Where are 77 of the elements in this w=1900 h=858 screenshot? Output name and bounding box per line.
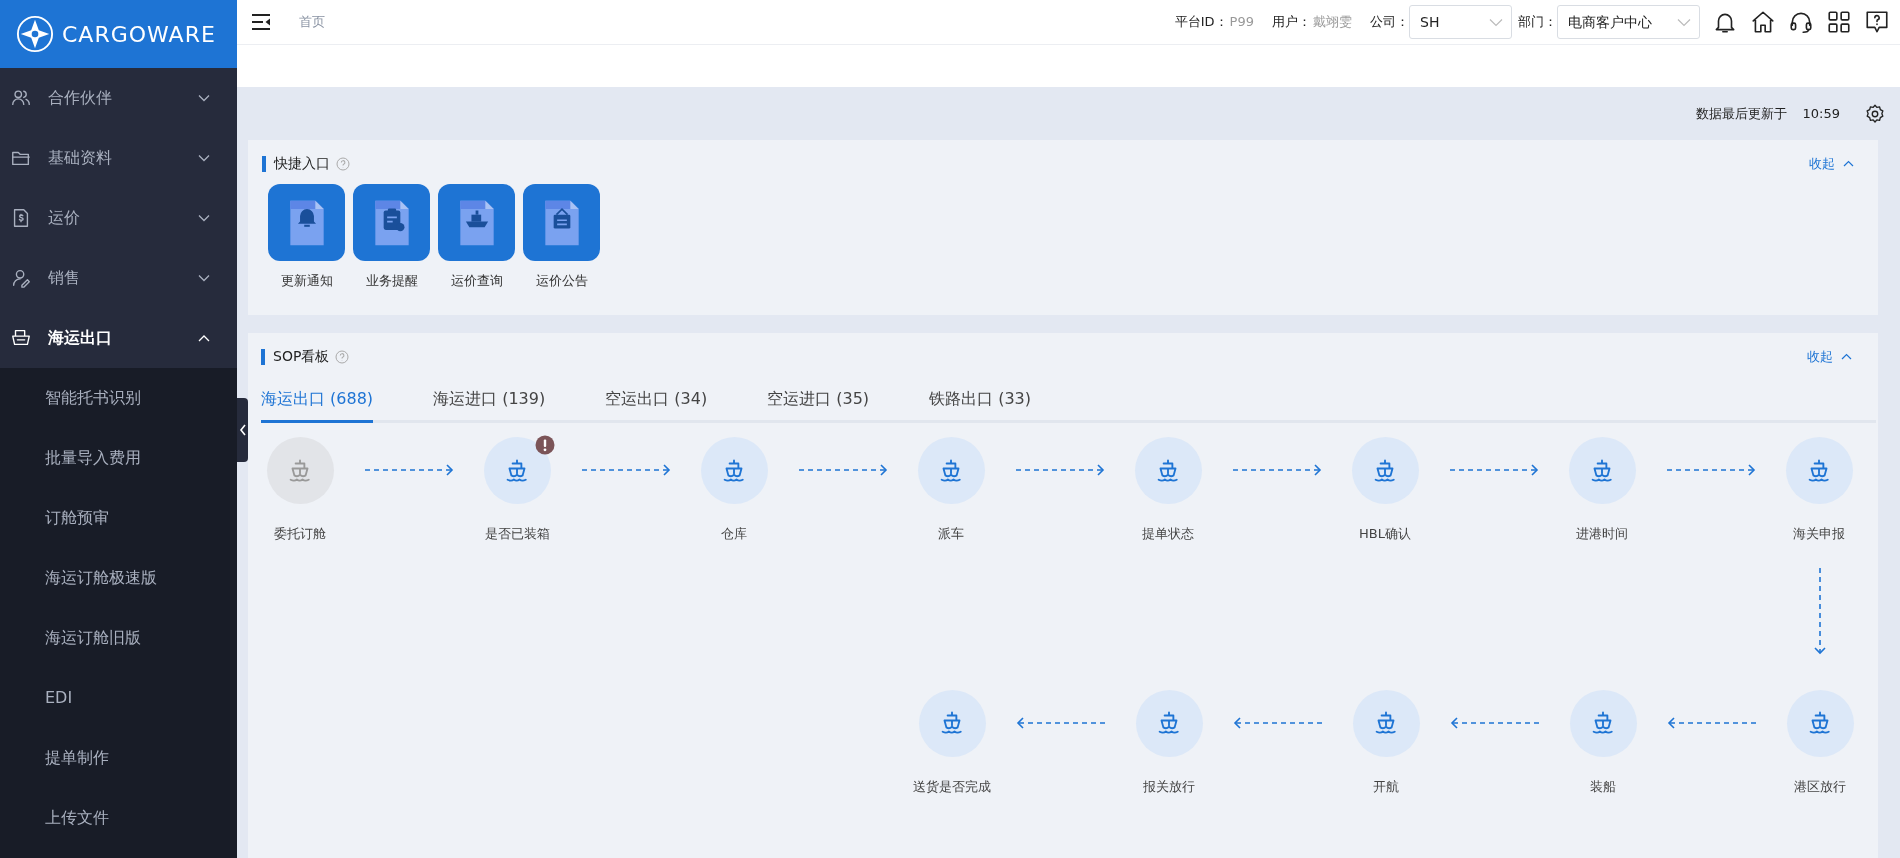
sidebar-collapse-handle[interactable] <box>237 398 248 462</box>
submenu-item[interactable]: 订舱预审 <box>0 488 237 548</box>
chevron-down-icon <box>197 213 211 223</box>
alert-icon <box>534 435 555 455</box>
sidebar-item[interactable]: 海运出口 <box>0 308 237 368</box>
step-label: 装船 <box>1590 777 1616 796</box>
chevron-up-icon <box>1843 160 1854 167</box>
chevron-down-icon <box>197 153 211 163</box>
step-label: HBL确认 <box>1359 525 1411 543</box>
help-icon[interactable] <box>1864 9 1890 35</box>
compass-logo-icon <box>16 15 54 53</box>
step-label: 海关申报 <box>1793 525 1845 543</box>
help-icon <box>335 349 350 364</box>
section-title: 快捷入口 <box>274 154 330 173</box>
submenu-item[interactable]: 上传文件 <box>0 788 237 848</box>
step-label: 仓库 <box>721 525 747 543</box>
update-label: 数据最后更新于 <box>1695 104 1787 123</box>
submenu-item[interactable]: 提单制作 <box>0 728 237 788</box>
tab[interactable]: 空运进口 (35) <box>767 381 870 423</box>
shortcut-label: 业务提醒 <box>365 272 418 290</box>
user-name: 戴翊雯 <box>1313 13 1352 32</box>
user-label: 用户： <box>1272 13 1311 32</box>
caret-icon <box>1677 17 1691 27</box>
collapse-link[interactable]: 收起 <box>1809 153 1854 174</box>
platform-label: 平台ID： <box>1174 13 1228 32</box>
department-select[interactable]: 电商客户中心 <box>1557 5 1700 39</box>
step-label: 派车 <box>938 525 964 543</box>
step-label: 是否已装箱 <box>484 525 550 543</box>
submenu-item[interactable]: 批量导入费用 <box>0 428 237 488</box>
tab[interactable]: 铁路出口 (33) <box>929 381 1032 423</box>
submenu-item[interactable]: 海运订舱旧版 <box>0 608 237 668</box>
menu-fold-icon[interactable] <box>251 13 271 31</box>
step-label: 送货是否完成 <box>913 777 991 796</box>
settings-icon[interactable] <box>1864 102 1886 125</box>
step-label: 港区放行 <box>1794 777 1846 796</box>
tab[interactable]: 海运出口 (688) <box>261 381 374 423</box>
title-marker <box>262 155 266 172</box>
shortcut-tile[interactable] <box>438 184 515 261</box>
submenu-item[interactable]: 海运订舱极速版 <box>0 548 237 608</box>
title-marker <box>261 348 265 365</box>
company-label: 公司： <box>1370 13 1409 32</box>
platform-id: P99 <box>1229 13 1254 32</box>
sidebar-item[interactable]: 销售 <box>0 248 237 308</box>
shortcut-label: 运价查询 <box>450 272 503 290</box>
sidebar-item[interactable]: 运价 <box>0 188 237 248</box>
tab[interactable]: 海运进口 (139) <box>433 381 546 423</box>
company-select[interactable]: SH <box>1409 5 1512 39</box>
brand-name: CARGOWARE <box>62 20 216 49</box>
section-title: SOP看板 <box>273 347 330 366</box>
chevron-left-icon <box>238 424 247 436</box>
sidebar-item[interactable]: 合作伙伴 <box>0 68 237 128</box>
help-icon <box>336 156 350 171</box>
step-label: 报关放行 <box>1143 777 1195 796</box>
department-label: 部门： <box>1518 13 1557 32</box>
home-icon[interactable] <box>1750 9 1776 35</box>
step-label: 开航 <box>1373 777 1399 796</box>
chevron-up-icon <box>197 333 211 343</box>
sidebar-item[interactable]: 基础资料 <box>0 128 237 188</box>
menu-icon <box>10 267 32 289</box>
collapse-link[interactable]: 收起 <box>1807 346 1852 367</box>
grid-icon[interactable] <box>1826 9 1852 35</box>
submenu-item[interactable]: 智能托书识别 <box>0 368 237 428</box>
shortcut-tile[interactable] <box>353 184 430 261</box>
update-time: 10:59 <box>1802 104 1840 123</box>
chevron-down-icon <box>197 273 211 283</box>
step-label: 委托订舱 <box>274 525 326 543</box>
shortcut-tile[interactable] <box>268 184 345 261</box>
chevron-down-icon <box>197 93 211 103</box>
step-label: 进港时间 <box>1576 525 1628 543</box>
caret-icon <box>1489 17 1503 27</box>
shortcut-label: 更新通知 <box>280 272 333 290</box>
submenu-item[interactable]: EDI <box>0 668 237 728</box>
tab[interactable]: 空运出口 (34) <box>605 381 708 423</box>
step-label: 提单状态 <box>1142 525 1194 543</box>
shortcut-label: 运价公告 <box>535 272 588 290</box>
shortcut-tile[interactable] <box>523 184 600 261</box>
chevron-up-icon <box>1841 353 1852 360</box>
